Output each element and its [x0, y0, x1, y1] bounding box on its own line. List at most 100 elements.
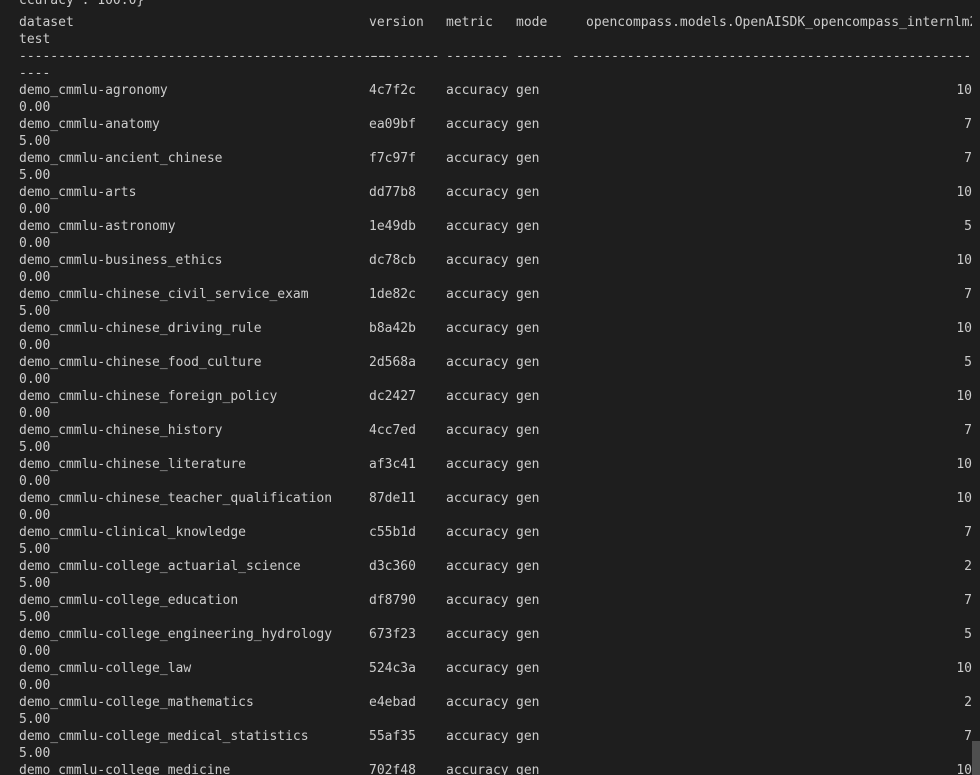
row-value-wrap: 0.00 [19, 338, 51, 353]
row-dataset: demo_cmmlu-chinese_history [19, 423, 223, 438]
row-dataset: demo_cmmlu-chinese_literature [19, 457, 246, 472]
row-value: 7 [964, 729, 972, 744]
row-value-wrap: 0.00 [19, 644, 51, 659]
header-wrap: test [19, 32, 51, 47]
row-dataset: demo_cmmlu-college_education [19, 593, 239, 608]
row-mode: gen [516, 321, 540, 336]
row-metric: accuracy [446, 695, 509, 710]
row-dataset: demo_cmmlu-college_law [19, 661, 192, 676]
separator-version: --------- [369, 49, 440, 64]
row-dataset: demo_cmmlu-college_actuarial_science [19, 559, 301, 574]
row-value: 10 [956, 457, 972, 472]
table-row: demo_cmmlu-college_actuarial_science d3c3… [19, 558, 972, 575]
row-metric: accuracy [446, 627, 509, 642]
row-version: af3c41 [369, 457, 416, 472]
row-value-wrap: 0.00 [19, 678, 51, 693]
row-metric: accuracy [446, 287, 509, 302]
row-value-wrap: 0.00 [19, 202, 51, 217]
row-dataset: demo_cmmlu-astronomy [19, 219, 176, 234]
row-mode: gen [516, 185, 540, 200]
row-version: 87de11 [369, 491, 416, 506]
row-value: 10 [956, 185, 972, 200]
row-version: 1de82c [369, 287, 416, 302]
row-value-wrap: 5.00 [19, 746, 51, 761]
table-header: dataset version metric mode opencompass.… [19, 14, 972, 31]
table-row: demo_cmmlu-college_mathematics e4ebad accu… [19, 694, 972, 711]
row-metric: accuracy [446, 355, 509, 370]
row-mode: gen [516, 627, 540, 642]
row-mode: gen [516, 423, 540, 438]
separator-metric: -------- [446, 49, 509, 64]
table-row: demo_cmmlu-arts dd77b8 accuracy gen 10 [19, 184, 972, 201]
row-version: 4c7f2c [369, 83, 416, 98]
row-dataset: demo_cmmlu-chinese_driving_rule [19, 321, 262, 336]
row-metric: accuracy [446, 525, 509, 540]
separator-dataset: ----------------------------------------… [19, 49, 387, 64]
row-value-wrap: 5.00 [19, 542, 51, 557]
row-value: 10 [956, 321, 972, 336]
table-row: demo_cmmlu-astronomy 1e49db accuracy gen 5 [19, 218, 972, 235]
row-metric: accuracy [446, 253, 509, 268]
terminal-output[interactable]: ccuracy': 100.0} dataset version metric … [0, 0, 972, 775]
row-metric: accuracy [446, 593, 509, 608]
row-dataset: demo_cmmlu-college_mathematics [19, 695, 254, 710]
row-mode: gen [516, 83, 540, 98]
separator-mode: ------ [516, 49, 563, 64]
row-version: dc78cb [369, 253, 416, 268]
row-version: 524c3a [369, 661, 416, 676]
row-mode: gen [516, 695, 540, 710]
row-value: 10 [956, 491, 972, 506]
vertical-scrollbar[interactable] [972, 0, 980, 775]
table-row: demo_cmmlu-chinese_history 4cc7ed accuracy… [19, 422, 972, 439]
row-dataset: demo_cmmlu-business_ethics [19, 253, 223, 268]
row-value-wrap: 0.00 [19, 372, 51, 387]
row-value-wrap: 0.00 [19, 236, 51, 251]
row-value: 10 [956, 763, 972, 775]
row-metric: accuracy [446, 151, 509, 166]
table-row: demo_cmmlu-chinese_food_culture 2d568a acc… [19, 354, 972, 371]
row-mode: gen [516, 253, 540, 268]
scrollbar-thumb[interactable] [972, 741, 980, 775]
row-value-wrap: 0.00 [19, 100, 51, 115]
row-version: ea09bf [369, 117, 416, 132]
row-metric: accuracy [446, 83, 509, 98]
row-mode: gen [516, 559, 540, 574]
row-version: 673f23 [369, 627, 416, 642]
row-version: d3c360 [369, 559, 416, 574]
row-value: 7 [964, 593, 972, 608]
row-mode: gen [516, 491, 540, 506]
row-value: 5 [964, 355, 972, 370]
row-value-wrap: 0.00 [19, 270, 51, 285]
row-value-wrap: 5.00 [19, 712, 51, 727]
row-dataset: demo_cmmlu-chinese_civil_service_exam [19, 287, 309, 302]
row-dataset: demo_cmmlu-chinese_teacher_qualification [19, 491, 333, 506]
row-mode: gen [516, 355, 540, 370]
table-row: demo_cmmlu-chinese_foreign_policy dc2427 a… [19, 388, 972, 405]
row-value: 5 [964, 219, 972, 234]
row-mode: gen [516, 763, 540, 775]
row-value-wrap: 5.00 [19, 304, 51, 319]
table-row: demo_cmmlu-college_law 524c3a accuracy gen 1… [19, 660, 972, 677]
separator-wrap: ---- [19, 66, 51, 81]
table-row: demo_cmmlu-chinese_teacher_qualification… [19, 490, 972, 507]
table-row: demo_cmmlu-college_engineering_hydrology… [19, 626, 972, 643]
row-value-wrap: 5.00 [19, 134, 51, 149]
row-value-wrap: 5.00 [19, 440, 51, 455]
separator-model: ----------------------------------------… [572, 49, 972, 64]
row-version: 4cc7ed [369, 423, 416, 438]
row-value-wrap: 0.00 [19, 508, 51, 523]
row-dataset: demo_cmmlu-college_engineering_hydrology [19, 627, 333, 642]
row-version: dc2427 [369, 389, 416, 404]
row-metric: accuracy [446, 321, 509, 336]
table-row: demo_cmmlu-chinese_driving_rule b8a42b acc… [19, 320, 972, 337]
table-row: demo_cmmlu-college_medical_statistics 55a… [19, 728, 972, 745]
row-dataset: demo_cmmlu-ancient_chinese [19, 151, 223, 166]
row-dataset: demo_cmmlu-chinese_food_culture [19, 355, 262, 370]
row-value: 7 [964, 287, 972, 302]
header-mode: mode [516, 15, 548, 30]
row-value: 10 [956, 83, 972, 98]
row-dataset: demo_cmmlu-arts [19, 185, 137, 200]
row-value: 7 [964, 117, 972, 132]
row-value: 7 [964, 423, 972, 438]
row-mode: gen [516, 457, 540, 472]
